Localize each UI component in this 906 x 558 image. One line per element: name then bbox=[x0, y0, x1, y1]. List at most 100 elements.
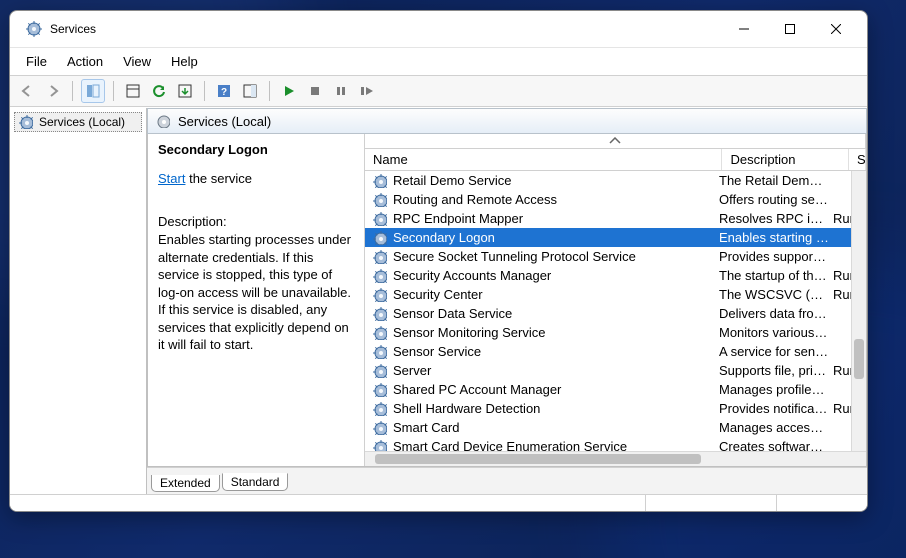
gear-icon bbox=[373, 193, 387, 207]
status-segment bbox=[777, 495, 867, 511]
table-row[interactable]: Smart Card Device Enumeration ServiceCre… bbox=[365, 437, 866, 451]
window-title: Services bbox=[50, 22, 96, 36]
table-row[interactable]: Sensor Data ServiceDelivers data from... bbox=[365, 304, 866, 323]
vertical-scrollbar[interactable] bbox=[851, 171, 866, 451]
service-name: Sensor Service bbox=[393, 344, 481, 359]
start-service-button[interactable] bbox=[278, 80, 300, 102]
table-row[interactable]: Sensor Monitoring ServiceMonitors variou… bbox=[365, 323, 866, 342]
back-button[interactable] bbox=[16, 80, 38, 102]
gear-icon bbox=[373, 288, 387, 302]
column-header-status[interactable]: Status bbox=[849, 149, 866, 170]
minimize-button[interactable] bbox=[721, 14, 767, 44]
service-description: Provides support f... bbox=[715, 249, 829, 264]
refresh-button[interactable] bbox=[148, 80, 170, 102]
service-description: The startup of this... bbox=[715, 268, 829, 283]
app-icon bbox=[26, 21, 42, 37]
table-row[interactable]: Smart CardManages access t... bbox=[365, 418, 866, 437]
gear-icon bbox=[373, 421, 387, 435]
service-name: Shell Hardware Detection bbox=[393, 401, 540, 416]
service-description: Manages access t... bbox=[715, 420, 829, 435]
column-header-name[interactable]: Name bbox=[365, 149, 722, 170]
tree-node-services-local[interactable]: Services (Local) bbox=[14, 112, 142, 132]
body: Services (Local) Services (Local) Second… bbox=[10, 107, 867, 494]
gear-icon bbox=[373, 269, 387, 283]
service-description: Offers routing ser... bbox=[715, 192, 829, 207]
show-hide-console-tree-button[interactable] bbox=[81, 79, 105, 103]
table-row[interactable]: Routing and Remote Access Offers routing … bbox=[365, 190, 866, 209]
help-button[interactable]: ? bbox=[213, 80, 235, 102]
table-row[interactable]: Secure Socket Tunneling Protocol Service… bbox=[365, 247, 866, 266]
toolbar-separator bbox=[113, 81, 114, 101]
menu-help[interactable]: Help bbox=[163, 52, 206, 71]
service-name: Shared PC Account Manager bbox=[393, 382, 561, 397]
collapse-chevron[interactable] bbox=[365, 134, 866, 149]
table-row[interactable]: Retail Demo Service The Retail Demo s... bbox=[365, 171, 866, 190]
tab-standard[interactable]: Standard bbox=[222, 473, 289, 491]
gear-icon bbox=[156, 114, 170, 128]
service-name: Retail Demo Service bbox=[393, 173, 512, 188]
gear-icon bbox=[373, 402, 387, 416]
service-description: Provides notificati... bbox=[715, 401, 829, 416]
restart-service-button[interactable] bbox=[356, 80, 378, 102]
properties-button[interactable] bbox=[122, 80, 144, 102]
detail-action-suffix: the service bbox=[185, 171, 251, 186]
forward-button[interactable] bbox=[42, 80, 64, 102]
services-list: Name Description Status Retail Demo Serv… bbox=[365, 134, 866, 466]
toolbar-separator bbox=[269, 81, 270, 101]
service-name: Routing and Remote Access bbox=[393, 192, 557, 207]
view-tabs: Extended Standard bbox=[147, 467, 867, 494]
maximize-button[interactable] bbox=[767, 14, 813, 44]
gear-icon bbox=[373, 326, 387, 340]
table-row[interactable]: Shell Hardware Detection Provides notific… bbox=[365, 399, 866, 418]
gear-icon bbox=[373, 307, 387, 321]
service-name: Smart Card Device Enumeration Service bbox=[393, 439, 627, 451]
service-description: Manages profiles ... bbox=[715, 382, 829, 397]
table-row[interactable]: Security Accounts Manager The startup of … bbox=[365, 266, 866, 285]
stop-service-button[interactable] bbox=[304, 80, 326, 102]
table-row[interactable]: Sensor ServiceA service for sens... bbox=[365, 342, 866, 361]
main-pane: Services (Local) Secondary Logon Start t… bbox=[147, 108, 867, 494]
status-bar bbox=[10, 494, 867, 511]
table-row[interactable]: Security CenterThe WSCSVC (Win...Run bbox=[365, 285, 866, 304]
service-name: Server bbox=[393, 363, 431, 378]
service-description: Supports file, print... bbox=[715, 363, 829, 378]
console-tree: Services (Local) bbox=[10, 108, 147, 494]
table-row[interactable]: Secondary LogonEnables starting pr... bbox=[365, 228, 866, 247]
action-pane-button[interactable] bbox=[239, 80, 261, 102]
horizontal-scrollbar[interactable] bbox=[365, 451, 866, 466]
service-name: Security Accounts Manager bbox=[393, 268, 551, 283]
gear-icon bbox=[373, 174, 387, 188]
gear-icon bbox=[373, 383, 387, 397]
service-description: The Retail Demo s... bbox=[715, 173, 829, 188]
detail-action: Start the service bbox=[158, 171, 354, 186]
table-row[interactable]: ServerSupports file, print...Run bbox=[365, 361, 866, 380]
menu-bar: File Action View Help bbox=[10, 48, 867, 76]
column-header-description[interactable]: Description bbox=[722, 149, 849, 170]
toolbar-separator bbox=[72, 81, 73, 101]
service-description: Delivers data from... bbox=[715, 306, 829, 321]
start-service-link[interactable]: Start bbox=[158, 171, 185, 186]
menu-view[interactable]: View bbox=[115, 52, 159, 71]
gear-icon bbox=[373, 345, 387, 359]
results-header: Services (Local) bbox=[147, 108, 867, 134]
gear-icon bbox=[373, 231, 387, 245]
tree-node-label: Services (Local) bbox=[39, 115, 125, 129]
service-description: Enables starting pr... bbox=[715, 230, 829, 245]
menu-action[interactable]: Action bbox=[59, 52, 111, 71]
service-name: Sensor Monitoring Service bbox=[393, 325, 545, 340]
gear-icon bbox=[373, 212, 387, 226]
export-list-button[interactable] bbox=[174, 80, 196, 102]
toolbar-separator bbox=[204, 81, 205, 101]
menu-file[interactable]: File bbox=[18, 52, 55, 71]
service-name: Secure Socket Tunneling Protocol Service bbox=[393, 249, 636, 264]
table-row[interactable]: Shared PC Account Manager Manages profile… bbox=[365, 380, 866, 399]
table-row[interactable]: RPC Endpoint MapperResolves RPC inter...… bbox=[365, 209, 866, 228]
close-button[interactable] bbox=[813, 14, 859, 44]
description-body: Enables starting processes under alterna… bbox=[158, 231, 354, 354]
gear-icon bbox=[373, 440, 387, 452]
gear-icon bbox=[373, 250, 387, 264]
status-segment bbox=[10, 495, 646, 511]
tab-extended[interactable]: Extended bbox=[151, 475, 220, 492]
pause-service-button[interactable] bbox=[330, 80, 352, 102]
services-window: Services File Action View Help ? bbox=[9, 10, 868, 512]
